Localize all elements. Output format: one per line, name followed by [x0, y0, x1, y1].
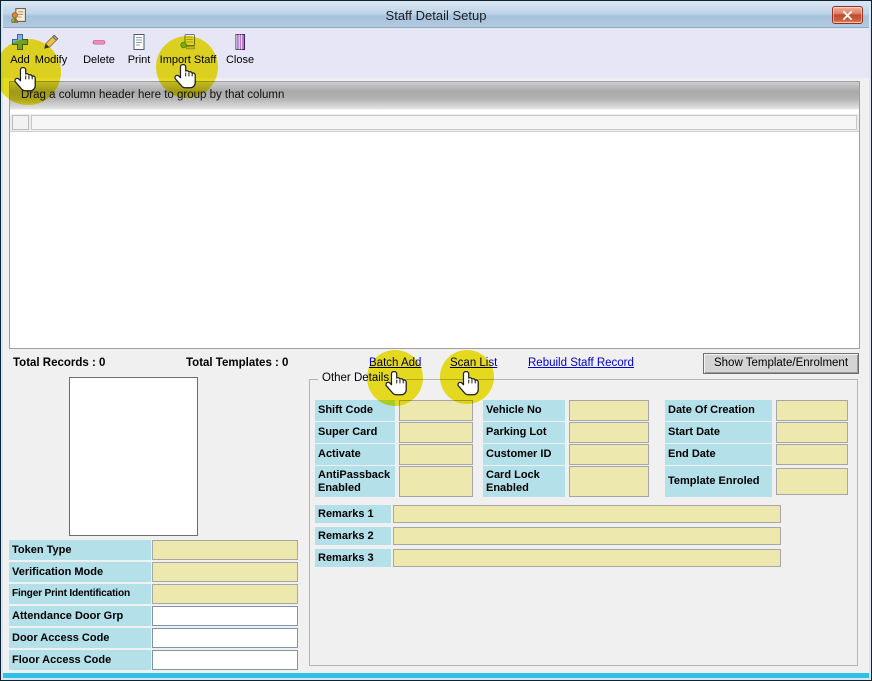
field-finger-print-identification[interactable] [152, 584, 298, 604]
field-floor-access-code[interactable] [152, 650, 298, 670]
staff-detail-setup-window: Staff Detail Setup Add [0, 0, 872, 681]
field-verification-mode[interactable] [152, 562, 298, 582]
total-records-label: Total Records : 0 [13, 357, 105, 369]
toolbar-close-button[interactable]: Close [221, 31, 259, 75]
label-template-enroled: Template Enroled [665, 466, 772, 497]
field-end-date[interactable] [776, 444, 848, 465]
field-remarks-2[interactable] [393, 527, 781, 545]
field-remarks-3[interactable] [393, 549, 781, 567]
batch-add-link[interactable]: Batch Add [369, 357, 421, 369]
print-document-icon [130, 31, 148, 51]
grid-group-hint: Drag a column header here to group by th… [21, 89, 284, 101]
label-floor-access-code: Floor Access Code [9, 650, 151, 670]
label-remarks-1: Remarks 1 [315, 505, 391, 523]
grid-group-by-bar[interactable]: Drag a column header here to group by th… [10, 82, 859, 110]
label-card-lock-enabled: Card Lock Enabled [483, 466, 565, 497]
window-body: Staff Detail Setup Add [1, 1, 871, 680]
field-attendance-door-grp[interactable] [152, 606, 298, 626]
label-remarks-2: Remarks 2 [315, 527, 391, 545]
show-template-enrolment-button[interactable]: Show Template/Enrolment [703, 353, 859, 374]
staff-photo-placeholder [69, 377, 198, 536]
label-customer-id: Customer ID [483, 444, 565, 465]
field-start-date[interactable] [776, 422, 848, 443]
field-vehicle-no[interactable] [569, 400, 649, 421]
grid-header-row [10, 114, 859, 132]
label-remarks-3: Remarks 3 [315, 549, 391, 567]
toolbar-modify-button[interactable]: Modify [31, 31, 71, 75]
toolbar-import-staff-label: Import Staff [160, 54, 217, 66]
window-bottom-accent [3, 673, 869, 678]
label-token-type: Token Type [9, 540, 151, 560]
field-super-card[interactable] [399, 422, 473, 443]
label-shift-code: Shift Code [315, 400, 395, 421]
grid-body [10, 132, 859, 348]
close-icon [842, 11, 853, 20]
field-template-enroled[interactable] [776, 468, 848, 495]
label-super-card: Super Card [315, 422, 395, 443]
label-door-access-code: Door Access Code [9, 628, 151, 648]
other-details-title: Other Details [318, 372, 393, 384]
grid-column-header[interactable] [31, 115, 857, 130]
toolbar-import-staff-button[interactable]: Import Staff [157, 31, 219, 75]
label-parking-lot: Parking Lot [483, 422, 565, 443]
label-antipassback-enabled: AntiPassback Enabled [315, 466, 395, 497]
page-title: Staff Detail Setup [3, 3, 869, 28]
toolbar-close-label: Close [226, 54, 254, 66]
label-finger-print-identification: Finger Print Identification [9, 584, 151, 604]
field-date-of-creation[interactable] [776, 400, 848, 421]
toolbar-print-label: Print [128, 54, 151, 66]
label-start-date: Start Date [665, 422, 772, 443]
label-activate: Activate [315, 444, 395, 465]
scan-list-link[interactable]: Scan List [450, 357, 497, 369]
field-customer-id[interactable] [569, 444, 649, 465]
toolbar-print-button[interactable]: Print [122, 31, 156, 75]
staff-grid: Drag a column header here to group by th… [9, 81, 860, 349]
toolbar-delete-label: Delete [83, 54, 115, 66]
field-activate[interactable] [399, 444, 473, 465]
toolbar: Add Modify Delete [3, 28, 869, 78]
import-staff-icon [179, 31, 197, 51]
label-date-of-creation: Date Of Creation [665, 400, 772, 421]
field-antipassback-enabled[interactable] [399, 466, 473, 497]
field-parking-lot[interactable] [569, 422, 649, 443]
field-token-type[interactable] [152, 540, 298, 560]
delete-minus-icon [90, 31, 108, 51]
field-door-access-code[interactable] [152, 628, 298, 648]
grid-row-selector-cell [12, 115, 29, 130]
modify-pencil-icon [42, 31, 60, 51]
add-icon [11, 31, 29, 51]
close-door-icon [231, 31, 249, 51]
rebuild-staff-record-link[interactable]: Rebuild Staff Record [528, 357, 634, 369]
close-window-button[interactable] [832, 6, 863, 24]
toolbar-delete-button[interactable]: Delete [77, 31, 121, 75]
label-end-date: End Date [665, 444, 772, 465]
field-remarks-1[interactable] [393, 505, 781, 523]
toolbar-add-label: Add [10, 54, 30, 66]
total-templates-label: Total Templates : 0 [186, 357, 288, 369]
label-verification-mode: Verification Mode [9, 562, 151, 582]
field-card-lock-enabled[interactable] [569, 466, 649, 497]
field-shift-code[interactable] [399, 400, 473, 421]
titlebar[interactable]: Staff Detail Setup [3, 3, 869, 28]
label-attendance-door-grp: Attendance Door Grp [9, 606, 151, 626]
label-vehicle-no: Vehicle No [483, 400, 565, 421]
toolbar-modify-label: Modify [35, 54, 67, 66]
